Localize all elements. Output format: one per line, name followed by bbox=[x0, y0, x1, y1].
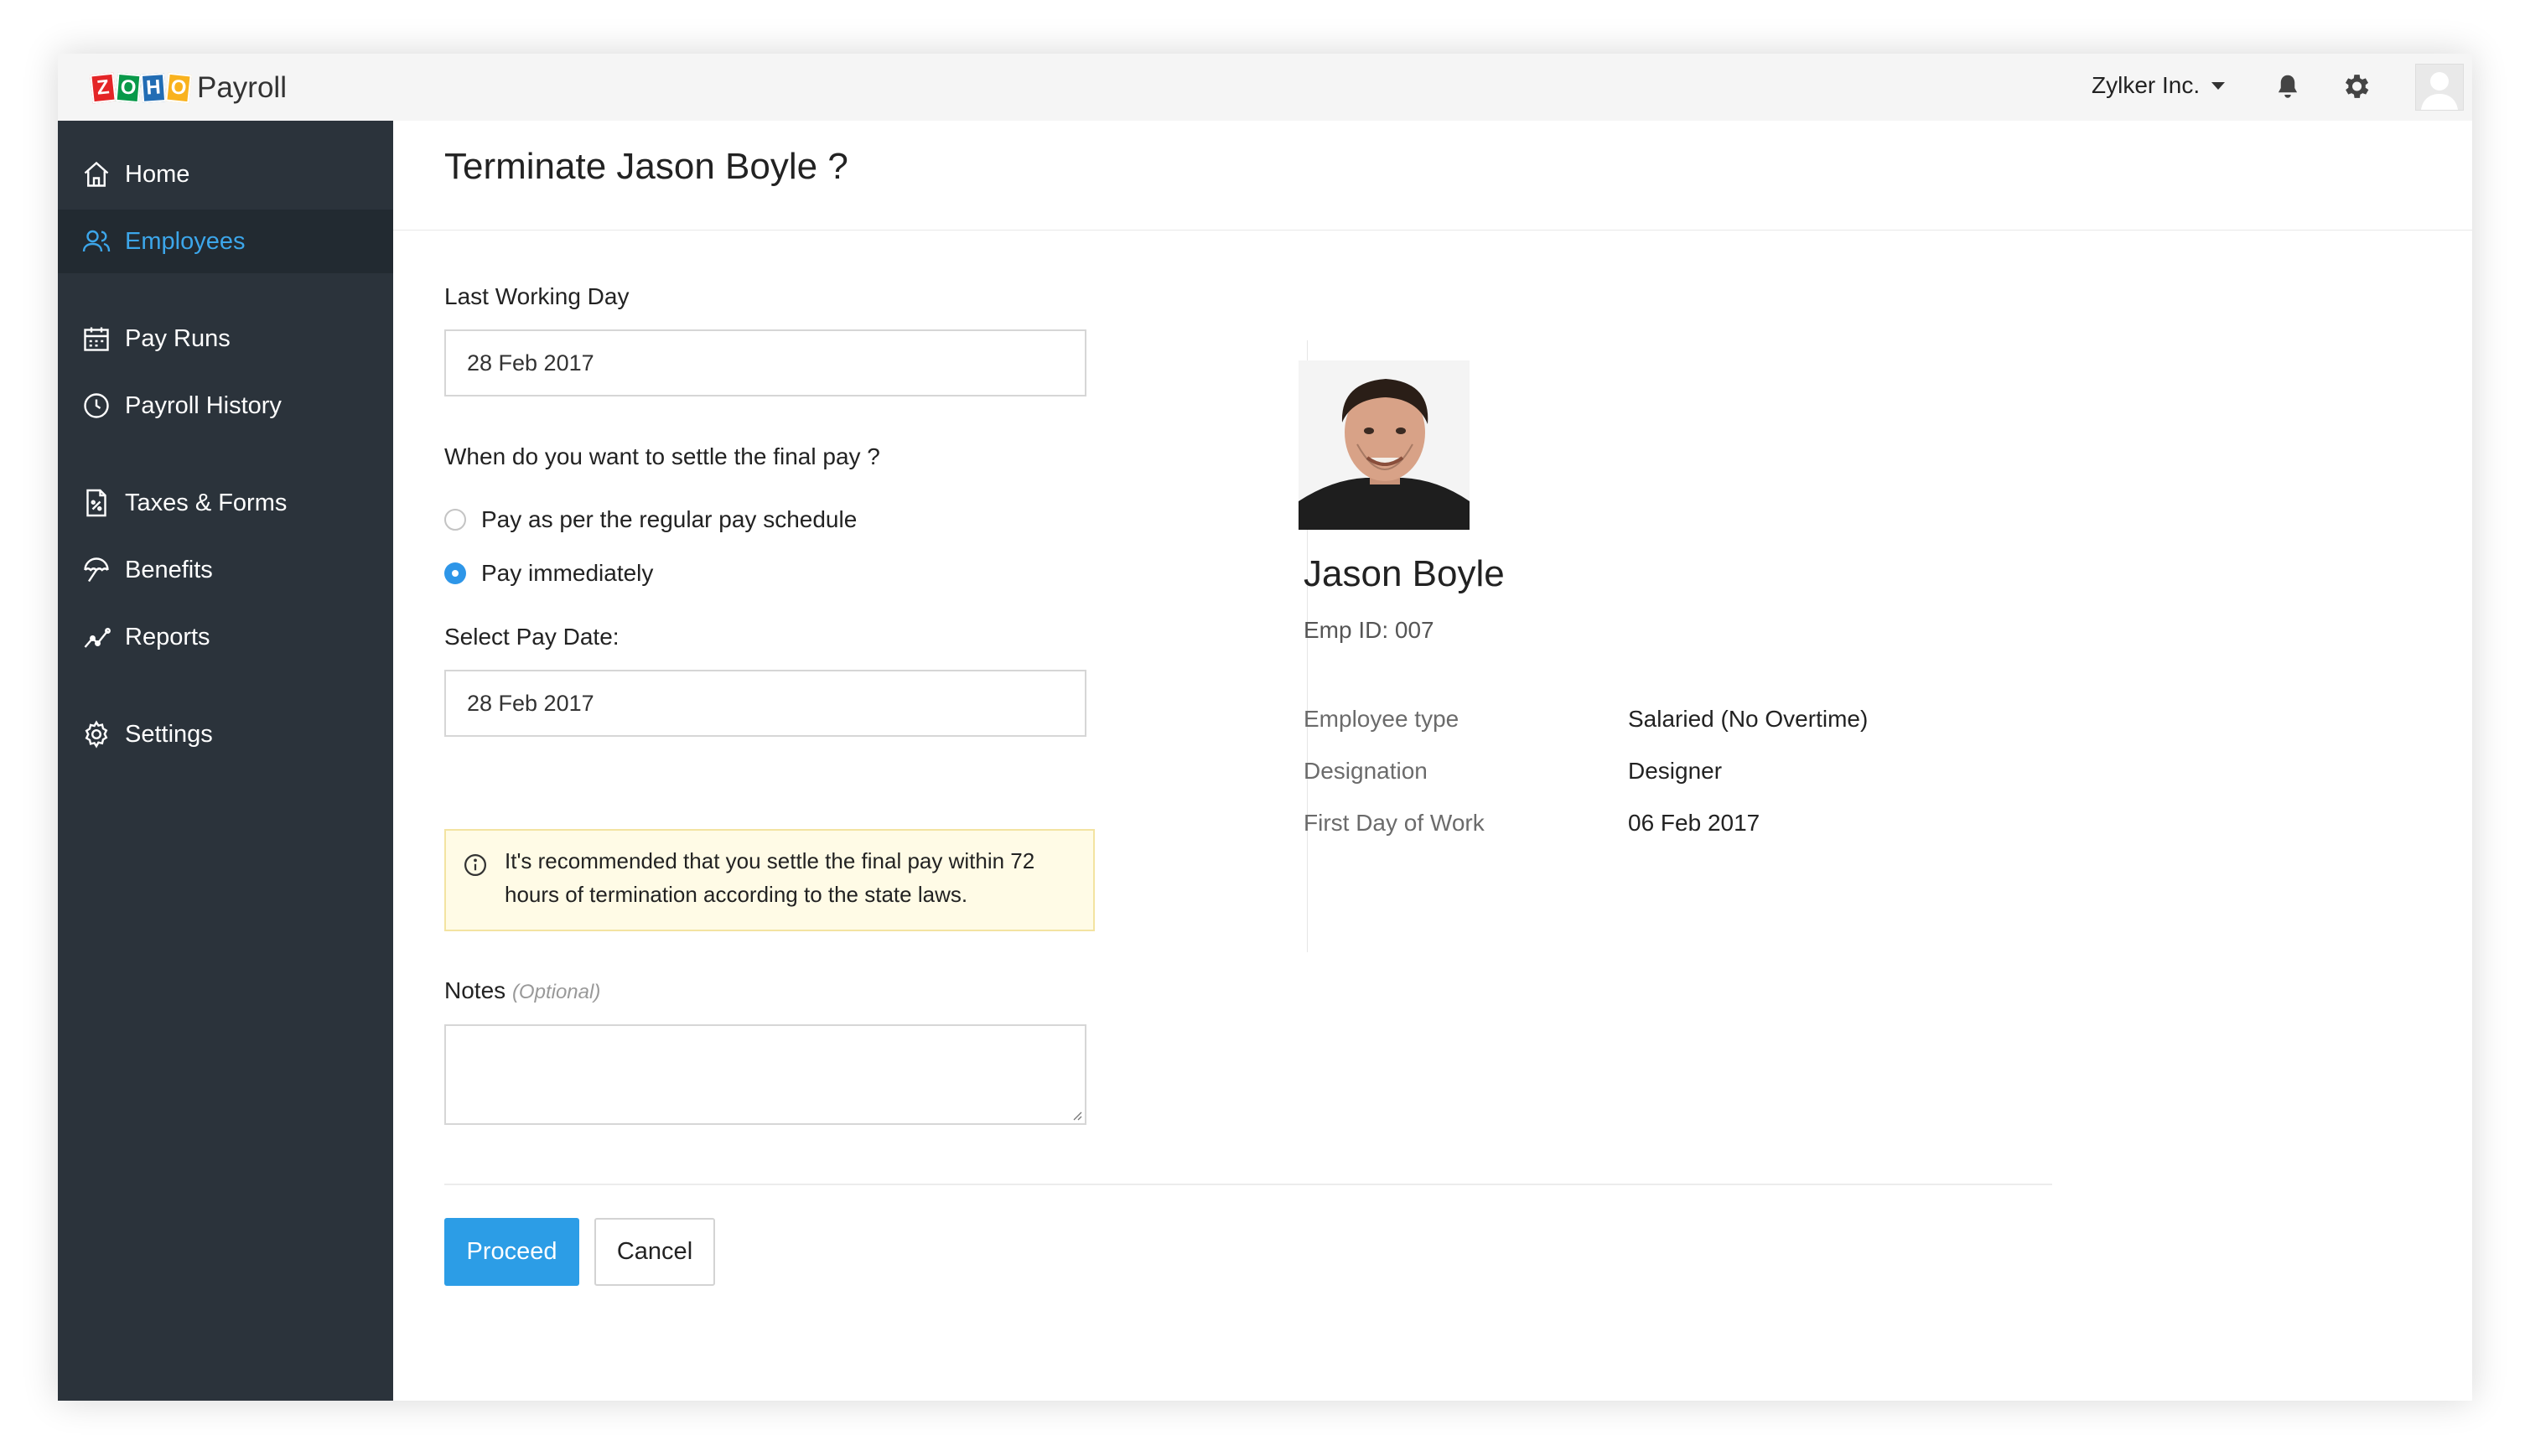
proceed-button[interactable]: Proceed bbox=[444, 1218, 579, 1286]
app-name: Payroll bbox=[197, 71, 287, 104]
sidebar-item-label: Pay Runs bbox=[125, 324, 231, 352]
optional-hint: (Optional) bbox=[511, 981, 601, 1003]
pay-date-label: Select Pay Date: bbox=[444, 624, 620, 650]
radio-button-checked[interactable] bbox=[444, 562, 466, 584]
alert-text: It's recommended that you settle the fin… bbox=[505, 848, 1035, 907]
resize-grip-icon[interactable] bbox=[1071, 1109, 1082, 1121]
divider bbox=[444, 1184, 2052, 1185]
sidebar: Home Employees Pay Runs Payroll History bbox=[58, 121, 393, 1401]
employee-id: Emp ID: 007 bbox=[1304, 617, 1434, 643]
employee-photo bbox=[1299, 360, 1470, 530]
radio-regular-schedule[interactable]: Pay as per the regular pay schedule bbox=[444, 506, 857, 533]
radio-pay-immediately[interactable]: Pay immediately bbox=[444, 560, 653, 587]
settle-question: When do you want to settle the final pay… bbox=[444, 443, 880, 469]
last-working-day-input[interactable]: 28 Feb 2017 bbox=[444, 329, 1086, 396]
sidebar-item-reports[interactable]: Reports bbox=[58, 605, 393, 669]
avatar[interactable] bbox=[2415, 64, 2464, 111]
sidebar-item-label: Taxes & Forms bbox=[125, 489, 288, 516]
bell-icon[interactable] bbox=[2273, 72, 2303, 102]
calendar-icon bbox=[84, 327, 109, 351]
cancel-button[interactable]: Cancel bbox=[594, 1218, 715, 1286]
clock-icon bbox=[84, 393, 109, 418]
sidebar-item-label: Settings bbox=[125, 720, 213, 748]
last-working-day-label: Last Working Day bbox=[444, 283, 630, 309]
radio-button[interactable] bbox=[444, 509, 466, 531]
page-title: Terminate Jason Boyle ? bbox=[444, 146, 848, 187]
logo-letter: O bbox=[115, 72, 142, 104]
org-name: Zylker Inc. bbox=[2092, 72, 2201, 98]
sidebar-item-taxes-forms[interactable]: Taxes & Forms bbox=[58, 471, 393, 535]
employee-name: Jason Boyle bbox=[1304, 553, 1505, 594]
logo-letter: H bbox=[140, 73, 167, 103]
chevron-down-icon bbox=[2211, 81, 2226, 90]
users-icon bbox=[82, 230, 111, 252]
detail-label: Employee type bbox=[1304, 706, 1459, 732]
input-value: 28 Feb 2017 bbox=[467, 690, 594, 716]
sidebar-item-benefits[interactable]: Benefits bbox=[58, 538, 393, 602]
sidebar-item-label: Benefits bbox=[125, 556, 213, 583]
umbrella-icon bbox=[84, 557, 109, 583]
zoho-payroll-logo[interactable]: Z O H O Payroll bbox=[90, 69, 287, 107]
detail-label: First Day of Work bbox=[1304, 810, 1485, 836]
sidebar-item-label: Home bbox=[125, 160, 190, 188]
notes-label: Notes (Optional) bbox=[444, 977, 600, 1004]
gear-icon bbox=[85, 720, 108, 749]
sidebar-item-home[interactable]: Home bbox=[58, 142, 393, 206]
sidebar-item-label: Payroll History bbox=[125, 391, 282, 419]
recommendation-alert: It's recommended that you settle the fin… bbox=[444, 829, 1095, 931]
main-content: Terminate Jason Boyle ? Last Working Day… bbox=[393, 121, 2472, 1401]
divider bbox=[393, 230, 2472, 231]
sidebar-item-payroll-history[interactable]: Payroll History bbox=[58, 374, 393, 438]
detail-value: Salaried (No Overtime) bbox=[1628, 706, 1869, 732]
sidebar-item-pay-runs[interactable]: Pay Runs bbox=[58, 307, 393, 370]
info-icon bbox=[464, 854, 486, 876]
user-placeholder-icon bbox=[2421, 72, 2458, 110]
sidebar-item-label: Reports bbox=[125, 623, 210, 650]
gear-icon[interactable] bbox=[2340, 70, 2372, 102]
logo-letter: O bbox=[165, 72, 192, 104]
sidebar-item-employees[interactable]: Employees bbox=[58, 210, 393, 273]
top-bar: Z O H O Payroll Zylker Inc. bbox=[58, 54, 2472, 122]
org-switcher[interactable]: Zylker Inc. bbox=[2092, 72, 2226, 99]
radio-label: Pay as per the regular pay schedule bbox=[481, 506, 858, 532]
sidebar-item-label: Employees bbox=[125, 227, 246, 255]
detail-label: Designation bbox=[1304, 758, 1428, 784]
radio-label: Pay immediately bbox=[481, 560, 654, 586]
employee-portrait bbox=[1299, 360, 1470, 530]
tax-document-icon bbox=[86, 489, 106, 517]
sidebar-item-settings[interactable]: Settings bbox=[58, 702, 393, 766]
notes-label-text: Notes bbox=[444, 977, 506, 1003]
home-icon bbox=[84, 161, 109, 187]
detail-value: 06 Feb 2017 bbox=[1628, 810, 1760, 836]
detail-value: Designer bbox=[1628, 758, 1723, 784]
input-value: 28 Feb 2017 bbox=[467, 350, 594, 376]
notes-textarea[interactable] bbox=[444, 1024, 1086, 1125]
chart-icon bbox=[84, 628, 111, 648]
logo-letter: Z bbox=[90, 72, 117, 104]
app-window: Z O H O Payroll Zylker Inc. Home Employe… bbox=[58, 54, 2472, 1401]
pay-date-input[interactable]: 28 Feb 2017 bbox=[444, 670, 1086, 737]
